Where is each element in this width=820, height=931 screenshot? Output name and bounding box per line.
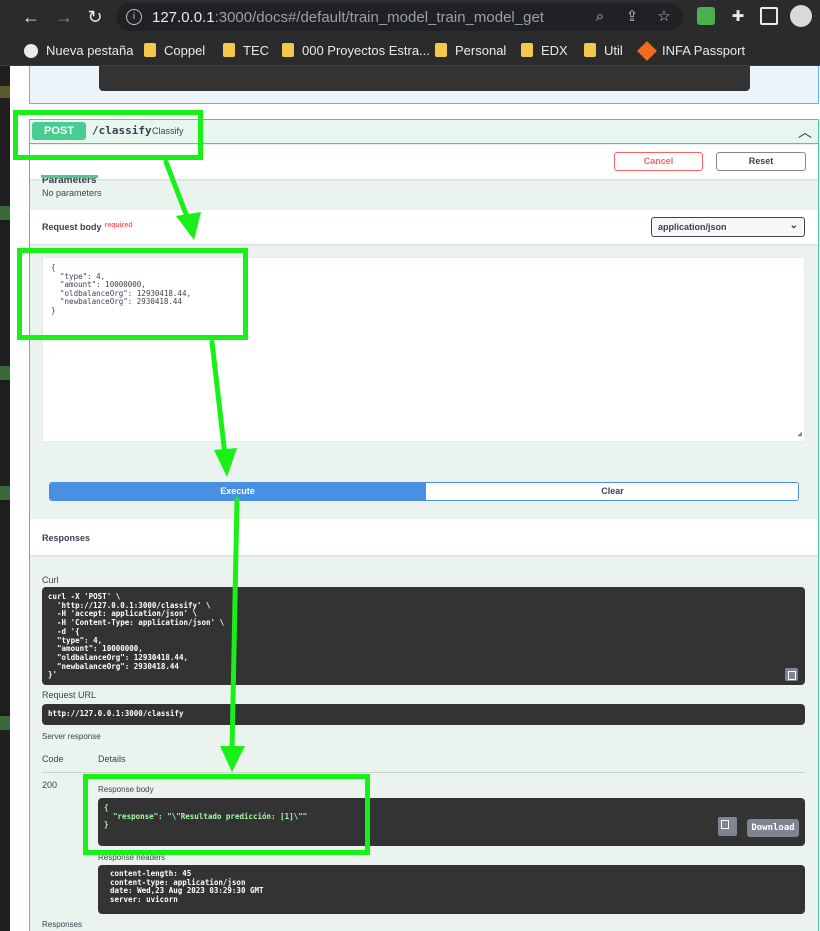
details-header: Details <box>98 754 126 764</box>
content-type-select[interactable]: application/json ⌄ <box>651 217 805 237</box>
bookmark-util[interactable]: Util <box>584 42 623 60</box>
bookmark-label: Util <box>604 43 623 58</box>
code-header: Code <box>42 754 64 764</box>
share-icon[interactable]: ⇪ <box>622 7 642 27</box>
previous-operation <box>29 66 819 104</box>
bookmark-label: Nueva pestaña <box>46 43 134 58</box>
avatar[interactable] <box>790 5 812 27</box>
bookmark-label: EDX <box>541 43 568 58</box>
curl-command: curl -X 'POST' \ 'http://127.0.0.1:3000/… <box>42 587 805 685</box>
bookmark-star-icon[interactable]: ☆ <box>654 7 674 27</box>
bookmark-tec[interactable]: TEC <box>223 42 269 60</box>
folder-icon <box>144 43 156 57</box>
bookmark-label: 000 Proyectos Estra... <box>302 43 430 58</box>
request-url-label: Request URL <box>42 690 97 700</box>
bookmark-proyectos[interactable]: 000 Proyectos Estra... <box>282 42 430 60</box>
editor-highlight <box>0 86 10 98</box>
clear-button[interactable]: Clear <box>425 483 798 500</box>
execute-button[interactable]: Execute <box>50 483 425 500</box>
highlight-request-body <box>17 248 248 340</box>
response-code: 200 <box>42 780 58 790</box>
cancel-button[interactable]: Cancel <box>614 152 703 171</box>
extension-icon[interactable] <box>697 7 715 25</box>
copy-icon[interactable] <box>718 817 737 836</box>
no-parameters-text: No parameters <box>42 188 102 198</box>
request-url-box: http://127.0.0.1:3000/classify <box>42 704 805 725</box>
puzzle-icon[interactable]: ✚ <box>727 6 749 28</box>
response-headers-text: content-length: 45 content-type: applica… <box>110 869 264 905</box>
folder-icon <box>584 43 596 57</box>
highlight-endpoint <box>13 110 203 160</box>
bookmark-coppel[interactable]: Coppel <box>144 42 205 60</box>
zoom-icon[interactable]: ⌕ <box>590 7 610 27</box>
bookmark-personal[interactable]: Personal <box>435 42 506 60</box>
request-body-title: Request body <box>42 222 102 232</box>
tab-indicator <box>41 175 98 178</box>
url-path: :3000/docs#/default/train_model_train_mo… <box>214 9 544 26</box>
table-divider <box>42 772 805 773</box>
site-info-icon[interactable]: i <box>126 9 142 25</box>
folder-icon <box>282 43 294 57</box>
url-text: 127.0.0.1:3000/docs#/default/train_model… <box>152 9 544 26</box>
folder-icon <box>435 43 447 57</box>
browser-toolbar: ← → ↻ i 127.0.0.1:3000/docs#/default/tra… <box>0 0 820 34</box>
highlight-response-body <box>83 774 370 855</box>
curl-label: Curl <box>42 575 59 585</box>
request-body-label: Request body required <box>42 222 133 232</box>
background-editor-strip <box>0 66 10 931</box>
side-panel-icon[interactable] <box>760 7 778 25</box>
bookmark-label: Coppel <box>164 43 206 58</box>
bookmark-infa[interactable]: INFA Passport <box>637 41 746 61</box>
editor-highlight <box>0 716 10 730</box>
reload-icon[interactable]: ↻ <box>84 6 106 28</box>
editor-highlight <box>0 486 10 500</box>
infa-icon <box>637 41 657 61</box>
bookmark-nueva-pestana[interactable]: Nueva pestaña <box>24 42 133 60</box>
chevron-up-icon[interactable]: ︿ <box>798 122 812 142</box>
bookmark-label: TEC <box>243 43 269 58</box>
editor-highlight <box>0 366 10 380</box>
previous-operation-output <box>99 66 750 91</box>
curl-text: curl -X 'POST' \ 'http://127.0.0.1:3000/… <box>48 592 225 680</box>
response-headers-box: content-length: 45 content-type: applica… <box>98 865 805 914</box>
editor-highlight <box>0 206 10 220</box>
responses-title: Responses <box>42 533 91 543</box>
request-body-header: Request body required application/json ⌄ <box>30 210 818 244</box>
folder-icon <box>223 43 235 57</box>
chevron-down-icon: ⌄ <box>789 220 798 231</box>
back-icon[interactable]: ← <box>20 6 42 28</box>
server-response-label: Server response <box>42 732 101 741</box>
reset-button[interactable]: Reset <box>716 152 806 171</box>
folder-icon <box>521 43 533 57</box>
copy-icon[interactable] <box>785 668 798 681</box>
url-host: 127.0.0.1 <box>152 9 215 26</box>
address-bar[interactable]: i 127.0.0.1:3000/docs#/default/train_mod… <box>116 3 683 31</box>
responses-footer-label: Responses <box>42 920 83 929</box>
request-url-text: http://127.0.0.1:3000/classify <box>48 709 184 718</box>
responses-header: Responses <box>30 519 818 555</box>
content-type-value: application/json <box>658 222 727 232</box>
forward-icon[interactable]: → <box>53 6 75 28</box>
bookmark-edx[interactable]: EDX <box>521 42 568 60</box>
bookmarks-bar: Nueva pestaña Coppel TEC 000 Proyectos E… <box>0 34 820 66</box>
execute-bar: Execute Clear <box>49 482 799 501</box>
bookmark-label: Personal <box>455 43 507 58</box>
bookmark-label: INFA Passport <box>662 43 746 58</box>
resize-grip-icon[interactable]: ◢ <box>797 430 802 439</box>
globe-icon <box>24 44 38 58</box>
download-button[interactable]: Download <box>747 819 799 837</box>
required-badge: required <box>104 222 133 229</box>
